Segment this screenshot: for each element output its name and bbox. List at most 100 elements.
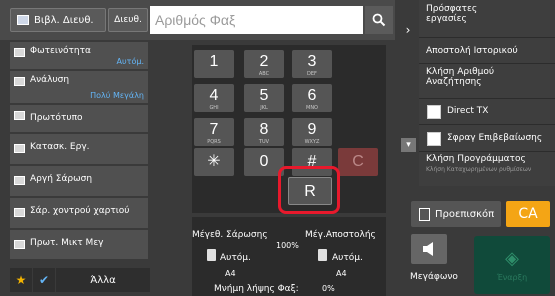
scan-paper-size: A4 <box>225 269 236 278</box>
key-4-digit: 4 <box>209 87 219 104</box>
thick-paper-scan-button[interactable]: Σάρ. χοντρού χαρτιού <box>10 198 148 229</box>
star-icon: ★ <box>15 273 27 287</box>
start-button[interactable]: ◈ Έναρξη <box>474 236 550 294</box>
job-build-icon <box>14 144 25 153</box>
speaker-icon <box>423 242 433 256</box>
mixed-size-icon <box>14 240 25 249</box>
key-3[interactable]: 3 DEF <box>292 50 332 78</box>
speaker-button[interactable] <box>411 234 447 264</box>
key-9[interactable]: 9 WXYZ <box>292 118 332 146</box>
thick-paper-label: Σάρ. χοντρού χαρτιού <box>30 206 130 216</box>
chevron-down-icon[interactable]: ▾ <box>401 138 416 152</box>
check-settings-button[interactable]: ✔ <box>33 268 55 292</box>
key-7-digit: 7 <box>209 121 219 138</box>
key-4[interactable]: 4 GHI <box>194 84 234 112</box>
key-5[interactable]: 5 JKL <box>244 84 284 112</box>
key-9-digit: 9 <box>307 121 317 138</box>
direct-tx-label: Direct TX <box>447 106 489 116</box>
search-icon <box>372 13 386 27</box>
key-0-digit: 0 <box>259 153 269 170</box>
slow-scan-icon <box>14 176 25 185</box>
resolution-label: Ανάλυση <box>30 75 70 85</box>
search-call-label: Κλήση Αριθμού Αναζήτησης <box>426 67 495 87</box>
original-label: Πρωτότυπο <box>30 113 83 123</box>
scan-size-auto: Αυτόμ. <box>220 253 251 263</box>
key-asterisk[interactable]: ✳ <box>194 148 234 176</box>
address-book-icon <box>17 15 29 25</box>
clear-key[interactable]: C <box>338 148 378 176</box>
send-paper-size: A4 <box>336 269 347 278</box>
key-4-letters: GHI <box>209 105 219 111</box>
asterisk-icon: ✳ <box>207 153 221 170</box>
key-3-letters: DEF <box>307 71 317 77</box>
resolution-button[interactable]: Ανάλυση Πολύ Μεγάλη <box>10 71 148 104</box>
brightness-icon <box>14 48 25 57</box>
confirm-stamp-label: Σφραγ Επιβεβαίωσης <box>447 133 543 143</box>
search-button[interactable] <box>365 6 393 34</box>
ca-label: CA <box>518 206 538 222</box>
send-size-label: Μέγ.Αποστολής <box>305 230 376 240</box>
send-history-item[interactable]: Αποστολή Ιστορικού <box>419 39 555 64</box>
brightness-label: Φωτεινότητα <box>30 46 91 56</box>
favorite-button[interactable]: ★ <box>10 268 32 292</box>
send-size-auto: Αυτόμ. <box>332 253 363 263</box>
key-2-letters: ABC <box>258 71 270 77</box>
key-8[interactable]: 8 TUV <box>244 118 284 146</box>
job-build-button[interactable]: Κατασκ. Εργ. <box>10 134 148 165</box>
fax-memory-label: Μνήμη λήψης Φαξ: <box>214 284 299 294</box>
scan-size-label: Μέγεθ. Σάρωσης <box>192 230 268 240</box>
search-call-item[interactable]: Κλήση Αριθμού Αναζήτησης <box>419 67 555 99</box>
mixed-size-original-button[interactable]: Πρωτ. Μικτ Μεγ <box>10 230 148 260</box>
brightness-button[interactable]: Φωτεινότητα Αυτόμ. <box>10 42 148 70</box>
preview-button[interactable]: Προεπισκόπ <box>411 201 501 227</box>
direct-tx-checkbox[interactable] <box>427 105 441 119</box>
address-book-label: Βιβλ. Διευθ. <box>34 14 94 26</box>
key-7[interactable]: 7 PQRS <box>194 118 234 146</box>
direct-entry-button[interactable]: Διευθ. <box>108 8 148 32</box>
preview-icon <box>419 207 430 221</box>
key-8-digit: 8 <box>259 121 269 138</box>
key-3-digit: 3 <box>307 53 317 70</box>
clear-key-label: C <box>352 153 364 170</box>
fax-memory-value: 0% <box>322 284 335 293</box>
speaker-label: Μεγάφωνο <box>410 272 458 282</box>
brightness-value: Αυτόμ. <box>116 57 144 66</box>
bottom-left-bar: ★ ✔ Άλλα <box>10 268 150 292</box>
slow-scan-label: Αργή Σάρωση <box>30 174 93 184</box>
key-5-digit: 5 <box>259 87 269 104</box>
confirm-stamp-checkbox[interactable] <box>427 132 441 146</box>
slow-scan-button[interactable]: Αργή Σάρωση <box>10 166 148 197</box>
ca-button[interactable]: CA <box>506 201 550 227</box>
paper-icon <box>318 249 327 261</box>
chevron-right-icon[interactable]: › <box>400 20 416 40</box>
key-9-letters: WXYZ <box>304 139 320 145</box>
send-history-label: Αποστολή Ιστορικού <box>426 46 518 56</box>
key-6-letters: MNO <box>306 105 318 111</box>
resolution-icon <box>14 77 25 86</box>
original-icon <box>14 111 25 120</box>
key-1[interactable]: 1 <box>194 50 234 78</box>
right-panel: Πρόσφατες εργασίες Αποστολή Ιστορικού Κλ… <box>419 0 555 186</box>
mixed-size-label: Πρωτ. Μικτ Μεγ <box>30 238 104 248</box>
key-1-digit: 1 <box>209 53 219 70</box>
key-6-digit: 6 <box>307 87 317 104</box>
key-7-letters: PQRS <box>207 139 221 145</box>
r-key-highlight <box>278 166 340 214</box>
address-book-button[interactable]: Βιβλ. Διευθ. <box>10 8 106 32</box>
job-build-label: Κατασκ. Εργ. <box>30 142 90 152</box>
fax-number-input[interactable]: Αριθμός Φαξ <box>150 6 363 34</box>
key-2[interactable]: 2 ABC <box>244 50 284 78</box>
fax-number-placeholder: Αριθμός Φαξ <box>155 12 236 28</box>
confirm-stamp-item[interactable]: Σφραγ Επιβεβαίωσης <box>419 127 555 152</box>
program-call-item[interactable]: Κλήση Προγράμματος Κλήση Καταχωρημένων ρ… <box>419 154 555 184</box>
key-6[interactable]: 6 MNO <box>292 84 332 112</box>
recent-jobs-item[interactable]: Πρόσφατες εργασίες <box>419 4 555 38</box>
direct-tx-item[interactable]: Direct TX <box>419 100 555 125</box>
start-label: Έναρξη <box>496 272 528 282</box>
checkmark-icon: ✔ <box>38 273 50 287</box>
original-button[interactable]: Πρωτότυπο <box>10 105 148 133</box>
other-button[interactable]: Άλλα <box>56 268 150 292</box>
paper-icon <box>207 249 216 261</box>
scan-info-panel: Μέγεθ. Σάρωσης 100% Μέγ.Αποστολής Αυτόμ.… <box>192 217 386 296</box>
program-call-label: Κλήση Προγράμματος <box>426 154 526 164</box>
